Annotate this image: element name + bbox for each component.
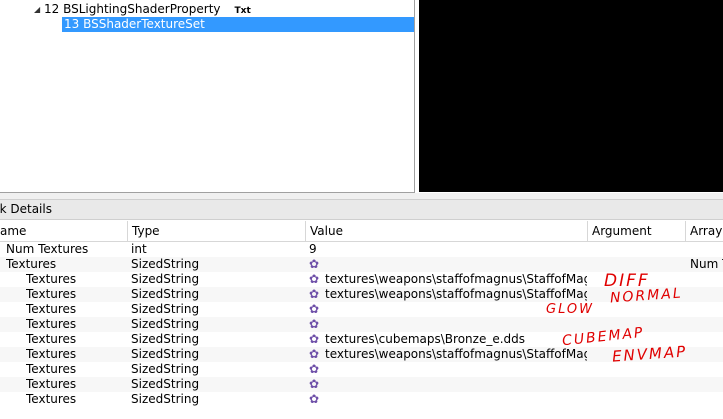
flower-icon: ✿ — [309, 257, 320, 271]
cell-type: int — [131, 242, 147, 256]
cell-value-text: 9 — [309, 242, 317, 256]
column-header-value[interactable]: Value — [306, 221, 588, 241]
table-row[interactable]: Textures SizedString ✿ — [0, 377, 723, 392]
cell-value-text: textures\cubemaps\Bronze_e.dds — [325, 332, 526, 346]
cell-value[interactable]: ✿ textures\cubemaps\Bronze_e.dds — [309, 332, 587, 347]
flower-icon: ✿ — [309, 332, 320, 346]
table-row[interactable]: Textures SizedString ✿ Num T — [0, 257, 723, 272]
column-header-array1[interactable]: Array1 — [686, 221, 723, 241]
cell-value-text: textures\weapons\staffofmagnus\StaffofMa… — [325, 287, 587, 301]
block-details-title: ck Details — [0, 199, 723, 220]
details-header: ame Type Value Argument Array1 — [0, 221, 723, 242]
cell-type: SizedString — [131, 332, 200, 346]
annotation-glow: GLOW — [546, 302, 595, 317]
cell-type: SizedString — [131, 362, 200, 376]
cell-name: Textures — [6, 257, 57, 271]
table-row[interactable]: Textures SizedString ✿ — [0, 392, 723, 407]
cell-value[interactable]: ✿ textures\weapons\staffofmagnus\StaffofM… — [309, 272, 587, 287]
column-header-type[interactable]: Type — [128, 221, 306, 241]
cell-type: SizedString — [131, 287, 200, 301]
flower-icon: ✿ — [309, 377, 320, 391]
flower-icon: ✿ — [309, 347, 320, 361]
cell-value-text: textures\weapons\staffofmagnus\StaffofMa… — [325, 347, 587, 361]
expander-icon[interactable]: ◢ — [34, 2, 44, 17]
tree-item-label: 12 BSLightingShaderProperty — [44, 2, 221, 16]
column-header-argument[interactable]: Argument — [588, 221, 686, 241]
flower-icon: ✿ — [309, 362, 320, 376]
cell-type: SizedString — [131, 257, 200, 271]
cell-name: Num Textures — [6, 242, 89, 256]
cell-value[interactable]: ✿ — [309, 392, 587, 407]
cell-array1: Num T — [690, 257, 723, 271]
cell-value[interactable]: ✿ — [309, 362, 587, 377]
cell-type: SizedString — [131, 347, 200, 361]
cell-value[interactable]: 9 — [309, 242, 587, 257]
cell-value[interactable]: ✿ — [309, 377, 587, 392]
table-row[interactable]: Num Textures int 9 — [0, 242, 723, 257]
cell-type: SizedString — [131, 377, 200, 391]
flower-icon: ✿ — [309, 317, 320, 331]
flower-icon: ✿ — [309, 287, 320, 301]
cell-type: SizedString — [131, 392, 200, 406]
block-tree[interactable]: ◢ 12 BSLightingShaderProperty Txt 13 BSSha… — [0, 0, 415, 193]
tree-item-label: 13 BSShaderTextureSet — [64, 17, 205, 31]
tree-item-bslightingshaderproperty[interactable]: ◢ 12 BSLightingShaderProperty Txt — [34, 2, 251, 17]
flower-icon: ✿ — [309, 272, 320, 286]
render-viewport[interactable] — [419, 0, 723, 192]
cell-value[interactable]: ✿ — [309, 257, 587, 272]
tree-item-bsshadertextureset[interactable]: 13 BSShaderTextureSet — [62, 17, 414, 32]
cell-value-text: textures\weapons\staffofmagnus\StaffofMa… — [325, 272, 587, 286]
flower-icon: ✿ — [309, 302, 320, 316]
cell-type: SizedString — [131, 302, 200, 316]
cell-value[interactable]: ✿ textures\weapons\staffofmagnus\StaffofM… — [309, 287, 587, 302]
cell-type: SizedString — [131, 317, 200, 331]
column-header-name[interactable]: ame — [0, 221, 128, 241]
txt-badge: Txt — [234, 6, 251, 16]
cell-value[interactable]: ✿ — [309, 317, 587, 332]
cell-type: SizedString — [131, 272, 200, 286]
flower-icon: ✿ — [309, 392, 320, 406]
cell-value[interactable]: ✿ textures\weapons\staffofmagnus\StaffofM… — [309, 347, 587, 362]
